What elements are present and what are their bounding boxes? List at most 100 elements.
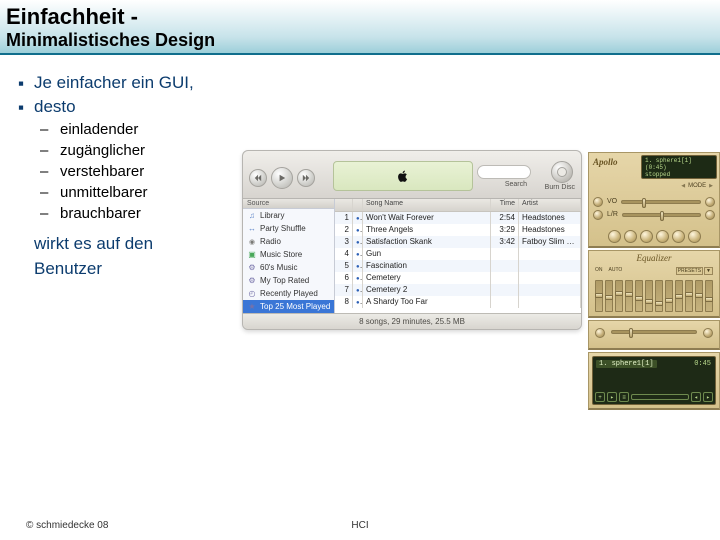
- vol-knob-r[interactable]: [705, 197, 715, 207]
- apple-logo-icon: [396, 169, 410, 183]
- pl-btn-5[interactable]: ▸: [703, 392, 713, 402]
- mode-label: MODE: [688, 183, 706, 189]
- prev-button[interactable]: [249, 169, 267, 187]
- table-row[interactable]: 1Won't Wait Forever2:54Headstones: [335, 212, 581, 224]
- seek-slider[interactable]: [611, 330, 697, 334]
- closing-line-1: wirkt es auf den: [34, 234, 153, 253]
- tplay-button[interactable]: [624, 230, 637, 243]
- store-icon: [247, 250, 257, 260]
- tnext-button[interactable]: [672, 230, 685, 243]
- teject-button[interactable]: [688, 230, 701, 243]
- bal-knob[interactable]: [593, 210, 603, 220]
- apollo-screen: 1. sphere1[1] (0:45) stopped: [641, 155, 717, 179]
- pl-btn-1[interactable]: +: [595, 392, 605, 402]
- footer-center: HCI: [351, 520, 368, 531]
- table-row[interactable]: 6Cemetery: [335, 272, 581, 284]
- sidebar-item[interactable]: 60's Music: [243, 261, 334, 274]
- col-artist[interactable]: Artist: [519, 199, 581, 211]
- tstop-button[interactable]: [656, 230, 669, 243]
- eq-band[interactable]: [605, 280, 613, 312]
- sidebar-item-label: Recently Played: [260, 289, 318, 298]
- play-button[interactable]: [271, 167, 293, 189]
- apollo-eq-panel: Equalizer ON AUTO PRESETS▼: [588, 250, 720, 318]
- slide-subtitle: Minimalistisches Design: [6, 30, 714, 51]
- track-list: Song Name Time Artist 1Won't Wait Foreve…: [335, 199, 581, 313]
- sidebar-item-label: Top 25 Most Played: [260, 302, 330, 311]
- sidebar-item-label: Party Shuffle: [260, 224, 306, 233]
- col-time[interactable]: Time: [491, 199, 519, 211]
- apollo-seek-panel: [588, 320, 720, 350]
- eq-auto[interactable]: AUTO: [609, 267, 623, 273]
- table-row[interactable]: 8A Shardy Too Far: [335, 296, 581, 308]
- sidebar-item[interactable]: Party Shuffle: [243, 222, 334, 235]
- vol-slider[interactable]: [621, 200, 701, 204]
- source-header: Source: [243, 199, 334, 209]
- eq-band[interactable]: [615, 280, 623, 312]
- tpause-button[interactable]: [640, 230, 653, 243]
- playlist-item[interactable]: 1. sphere1[1]: [596, 360, 657, 368]
- table-row[interactable]: 3Satisfaction Skank3:42Fatboy Slim Vs T.…: [335, 236, 581, 248]
- eq-band[interactable]: [595, 280, 603, 312]
- eq-band[interactable]: [675, 280, 683, 312]
- tprev-button[interactable]: [608, 230, 621, 243]
- seek-knob-r[interactable]: [703, 328, 713, 338]
- eq-presets[interactable]: PRESETS▼: [676, 267, 713, 275]
- mode-left-icon[interactable]: [681, 183, 685, 189]
- apollo-main-panel: Apollo 1. sphere1[1] (0:45) stopped MODE…: [588, 152, 720, 248]
- pl-btn-4[interactable]: ◂: [691, 392, 701, 402]
- track-header: Song Name Time Artist: [335, 199, 581, 212]
- itunes-toolbar: Search Burn Disc: [243, 151, 581, 199]
- bullet-2: desto: [18, 97, 720, 117]
- eq-band[interactable]: [665, 280, 673, 312]
- sidebar-item[interactable]: Recently Played: [243, 287, 334, 300]
- eq-band[interactable]: [705, 280, 713, 312]
- sidebar-item[interactable]: Radio: [243, 235, 334, 248]
- eq-on[interactable]: ON: [595, 267, 603, 273]
- eq-band[interactable]: [655, 280, 663, 312]
- vol-knob[interactable]: [593, 197, 603, 207]
- table-row[interactable]: 5Fascination: [335, 260, 581, 272]
- col-name[interactable]: Song Name: [363, 199, 491, 211]
- eq-band[interactable]: [685, 280, 693, 312]
- slide-title: Einfachheit -: [6, 4, 714, 30]
- note-icon: [247, 211, 257, 221]
- star-icon: [247, 302, 257, 312]
- search-input[interactable]: [477, 165, 531, 179]
- sidebar-item[interactable]: Top 25 Most Played: [243, 300, 334, 313]
- playlist-duration: 0:45: [694, 360, 711, 368]
- table-row[interactable]: 7Cemetery 2: [335, 284, 581, 296]
- apollo-brand: Apollo: [593, 157, 618, 167]
- eq-band[interactable]: [635, 280, 643, 312]
- apollo-playlist-panel: 1. sphere1[1] 0:45 + ▸ ≡ ◂ ▸: [588, 352, 720, 410]
- source-sidebar: Source Library Party Shuffle RadioMusic St…: [243, 199, 335, 313]
- seek-knob-l[interactable]: [595, 328, 605, 338]
- burn-disc-button[interactable]: [551, 161, 573, 183]
- burn-disc-label: Burn Disc: [545, 184, 575, 191]
- eq-band[interactable]: [625, 280, 633, 312]
- shuffle-icon: [247, 224, 257, 234]
- sidebar-item[interactable]: Music Store: [243, 248, 334, 261]
- eq-band[interactable]: [645, 280, 653, 312]
- table-row[interactable]: 4Gun: [335, 248, 581, 260]
- next-button[interactable]: [297, 169, 315, 187]
- footer-copyright: © schmiedecke 08: [26, 520, 108, 531]
- radio-icon: [247, 237, 257, 247]
- bal-knob-r[interactable]: [705, 210, 715, 220]
- apollo-player: Apollo 1. sphere1[1] (0:45) stopped MODE…: [588, 152, 720, 410]
- sidebar-item[interactable]: My Top Rated: [243, 274, 334, 287]
- status-bar: 8 songs, 29 minutes, 25.5 MB: [243, 313, 581, 329]
- pl-btn-2[interactable]: ▸: [607, 392, 617, 402]
- table-row[interactable]: 2Three Angels3:29Headstones: [335, 224, 581, 236]
- mode-right-icon[interactable]: [709, 183, 713, 189]
- dash-item: einladender: [40, 121, 720, 138]
- eq-band[interactable]: [695, 280, 703, 312]
- sidebar-item[interactable]: Library: [243, 209, 334, 222]
- pl-scroll[interactable]: [631, 394, 689, 400]
- bal-label: L/R: [607, 211, 618, 218]
- gear-icon: [247, 276, 257, 286]
- slide-header: Einfachheit - Minimalistisches Design: [0, 0, 720, 55]
- clock-icon: [247, 289, 257, 299]
- bal-slider[interactable]: [622, 213, 701, 217]
- pl-btn-3[interactable]: ≡: [619, 392, 629, 402]
- apollo-screen-line2: stopped: [645, 171, 713, 178]
